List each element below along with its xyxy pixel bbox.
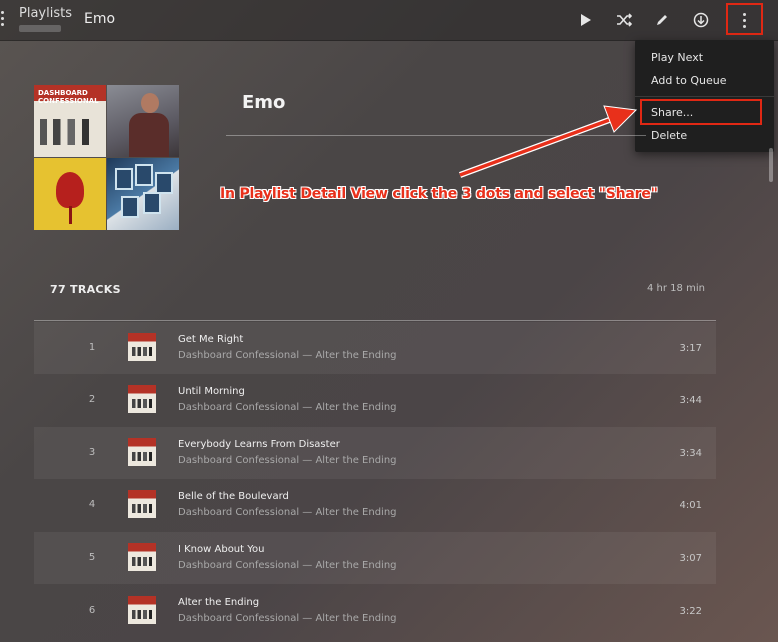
context-menu: Play Next Add to Queue Share... Delete xyxy=(635,40,774,152)
track-title: I Know About You xyxy=(178,544,265,555)
download-button[interactable] xyxy=(690,9,712,31)
track-row[interactable]: 6 Alter the Ending Dashboard Confessiona… xyxy=(34,585,716,637)
playlist-artwork: DASHBOARD CONFESSIONAL xyxy=(34,85,179,230)
page-title: Emo xyxy=(84,11,116,27)
track-row[interactable]: 4 Belle of the Boulevard Dashboard Confe… xyxy=(34,479,716,531)
track-subtitle: Dashboard Confessional — Alter the Endin… xyxy=(178,350,397,361)
track-thumbnail xyxy=(128,490,156,518)
menu-item-add-to-queue[interactable]: Add to Queue xyxy=(651,74,726,87)
track-number: 4 xyxy=(88,499,96,510)
track-thumbnail xyxy=(128,438,156,466)
share-highlight-box xyxy=(640,99,762,125)
track-duration: 4:01 xyxy=(679,500,702,511)
header-divider xyxy=(226,135,646,136)
track-subtitle: Dashboard Confessional — Alter the Endin… xyxy=(178,507,397,518)
scrollbar[interactable] xyxy=(769,148,773,182)
menu-item-play-next[interactable]: Play Next xyxy=(651,51,703,64)
more-vertical-icon xyxy=(742,13,747,28)
album-band-text: DASHBOARD CONFESSIONAL xyxy=(38,89,99,105)
track-row[interactable]: 1 Get Me Right Dashboard Confessional — … xyxy=(34,322,716,374)
track-row[interactable]: 2 Until Morning Dashboard Confessional —… xyxy=(34,374,716,426)
track-subtitle: Dashboard Confessional — Alter the Endin… xyxy=(178,613,397,624)
track-duration: 3:44 xyxy=(679,395,702,406)
track-thumbnail xyxy=(128,543,156,571)
track-duration: 3:34 xyxy=(679,448,702,459)
track-number: 3 xyxy=(88,447,96,458)
track-thumbnail xyxy=(128,596,156,624)
track-subtitle: Dashboard Confessional — Alter the Endin… xyxy=(178,560,397,571)
track-duration: 3:07 xyxy=(679,553,702,564)
pencil-icon xyxy=(657,15,667,25)
track-thumbnail xyxy=(128,333,156,361)
more-options-button[interactable] xyxy=(726,3,763,35)
list-divider xyxy=(34,320,716,321)
menu-divider xyxy=(635,96,774,97)
album-cover-3 xyxy=(34,158,106,230)
track-number: 5 xyxy=(88,552,96,563)
play-button[interactable] xyxy=(574,9,596,31)
track-number: 6 xyxy=(88,605,96,616)
track-duration: 3:22 xyxy=(679,606,702,617)
track-subtitle: Dashboard Confessional — Alter the Endin… xyxy=(178,455,397,466)
track-row[interactable]: 5 I Know About You Dashboard Confessiona… xyxy=(34,532,716,584)
track-title: Alter the Ending xyxy=(178,597,260,608)
album-cover-1: DASHBOARD CONFESSIONAL xyxy=(34,85,106,157)
play-icon xyxy=(581,14,591,26)
top-bar: Playlists Emo xyxy=(0,0,778,41)
track-count: 77 TRACKS xyxy=(50,283,121,296)
track-subtitle: Dashboard Confessional — Alter the Endin… xyxy=(178,402,397,413)
track-title: Everybody Learns From Disaster xyxy=(178,439,340,450)
playlist-title: Emo xyxy=(242,92,286,113)
track-title: Until Morning xyxy=(178,386,245,397)
breadcrumb[interactable]: Playlists xyxy=(19,6,72,21)
download-icon xyxy=(693,12,709,28)
album-cover-4 xyxy=(107,158,179,230)
total-duration: 4 hr 18 min xyxy=(647,283,705,294)
track-thumbnail xyxy=(128,385,156,413)
shuffle-button[interactable] xyxy=(613,9,635,31)
menu-item-delete[interactable]: Delete xyxy=(651,129,687,142)
annotation-text: In Playlist Detail View click the 3 dots… xyxy=(220,186,658,202)
track-number: 2 xyxy=(88,394,96,405)
track-title: Get Me Right xyxy=(178,334,244,345)
track-row[interactable]: 3 Everybody Learns From Disaster Dashboa… xyxy=(34,427,716,479)
shuffle-icon xyxy=(617,13,632,27)
sidebar-menu-icon[interactable] xyxy=(1,11,5,27)
edit-button[interactable] xyxy=(651,9,673,31)
track-number: 1 xyxy=(88,342,96,353)
track-title: Belle of the Boulevard xyxy=(178,491,289,502)
track-duration: 3:17 xyxy=(679,343,702,354)
breadcrumb-sub-blurred xyxy=(19,25,61,32)
album-cover-2 xyxy=(107,85,179,157)
